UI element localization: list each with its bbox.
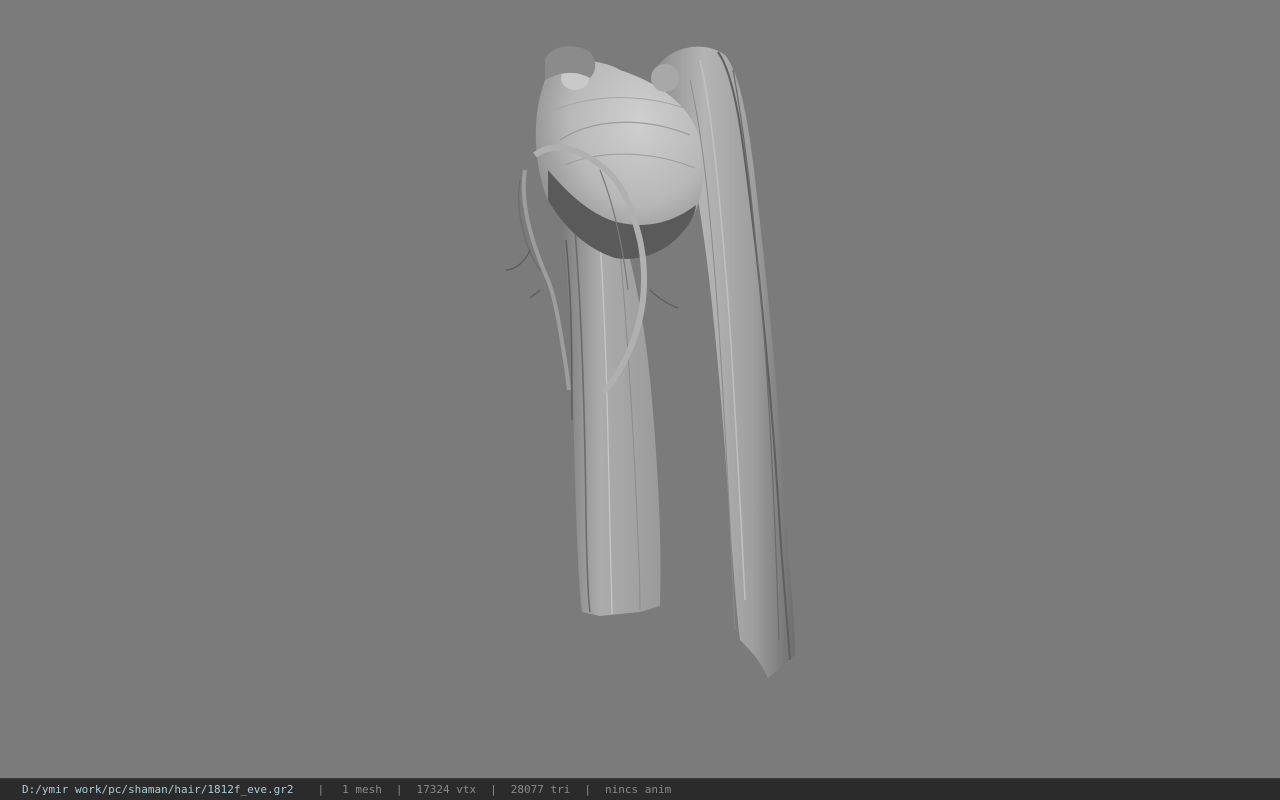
vertex-count: 17324 vtx — [416, 783, 477, 796]
triangle-count: 28077 tri — [510, 783, 571, 796]
status-separator: | — [317, 783, 325, 796]
animation-status: nincs anim — [605, 783, 672, 796]
hair-model-render — [505, 46, 795, 678]
hair-cap — [535, 46, 704, 259]
status-separator: | — [395, 783, 403, 796]
status-separator: | — [584, 783, 591, 796]
3d-viewport[interactable] — [0, 0, 1280, 778]
file-path: D:/ymir work/pc/shaman/hair/1812f_eve.gr… — [22, 783, 294, 796]
status-bar: D:/ymir work/pc/shaman/hair/1812f_eve.gr… — [0, 778, 1280, 800]
status-separator: | — [490, 783, 497, 796]
mesh-count: 1 mesh — [342, 783, 382, 796]
